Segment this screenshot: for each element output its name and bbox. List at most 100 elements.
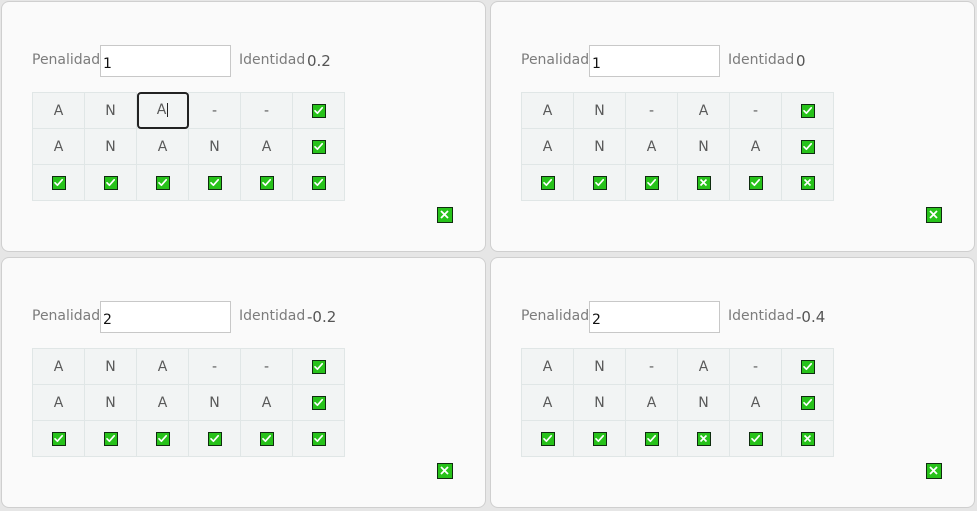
grid-cell[interactable] (188, 164, 241, 201)
penalty-input[interactable] (589, 301, 720, 333)
checkbox-checked-icon[interactable] (207, 431, 222, 446)
grid-cell[interactable]: A (136, 384, 189, 421)
grid-cell[interactable]: - (625, 348, 678, 385)
checkbox-checked-icon[interactable] (155, 431, 170, 446)
grid-cell[interactable] (84, 164, 137, 201)
grid-cell[interactable] (573, 420, 626, 457)
checkbox-checked-icon[interactable] (311, 359, 326, 374)
grid-cell[interactable]: N (84, 128, 137, 165)
grid-cell[interactable]: A (32, 348, 85, 385)
checkbox-checked-icon[interactable] (207, 175, 222, 190)
grid-cell[interactable]: N (573, 348, 626, 385)
grid-cell[interactable] (781, 92, 834, 129)
grid-cell[interactable] (84, 420, 137, 457)
grid-cell[interactable]: A (136, 128, 189, 165)
grid-cell[interactable]: N (84, 92, 137, 129)
grid-cell[interactable] (292, 92, 345, 129)
grid-cell[interactable]: A (240, 384, 293, 421)
grid-cell[interactable] (729, 164, 782, 201)
grid-cell[interactable]: - (625, 92, 678, 129)
grid-cell[interactable] (292, 128, 345, 165)
grid-cell[interactable] (188, 420, 241, 457)
grid-cell[interactable]: A (136, 348, 189, 385)
checkbox-checked-icon[interactable] (155, 175, 170, 190)
checkbox-checked-icon[interactable] (311, 139, 326, 154)
grid-cell[interactable]: N (84, 348, 137, 385)
grid-cell[interactable]: A (625, 128, 678, 165)
checkbox-checked-icon[interactable] (540, 431, 555, 446)
grid-cell[interactable]: A (32, 92, 85, 129)
grid-cell[interactable] (136, 420, 189, 457)
grid-cell[interactable] (781, 128, 834, 165)
grid-cell[interactable] (573, 164, 626, 201)
checkbox-checked-icon[interactable] (103, 431, 118, 446)
grid-cell[interactable] (781, 164, 834, 201)
grid-cell[interactable] (729, 420, 782, 457)
grid-cell[interactable]: - (188, 92, 241, 129)
close-icon[interactable] (437, 207, 453, 223)
grid-cell[interactable] (625, 164, 678, 201)
grid-cell[interactable]: A (32, 384, 85, 421)
grid-cell[interactable] (292, 420, 345, 457)
checkbox-cross-icon[interactable] (696, 431, 711, 446)
grid-cell[interactable]: - (240, 92, 293, 129)
close-icon[interactable] (437, 463, 453, 479)
checkbox-cross-icon[interactable] (800, 431, 815, 446)
grid-cell-selected[interactable]: A (136, 91, 189, 129)
penalty-input[interactable] (100, 301, 231, 333)
grid-cell[interactable]: N (677, 128, 730, 165)
checkbox-checked-icon[interactable] (51, 175, 66, 190)
grid-cell[interactable]: N (573, 128, 626, 165)
grid-cell[interactable] (781, 420, 834, 457)
close-icon[interactable] (926, 463, 942, 479)
grid-cell[interactable] (292, 164, 345, 201)
checkbox-checked-icon[interactable] (592, 175, 607, 190)
grid-cell[interactable] (677, 164, 730, 201)
checkbox-checked-icon[interactable] (311, 175, 326, 190)
checkbox-checked-icon[interactable] (259, 431, 274, 446)
checkbox-checked-icon[interactable] (800, 359, 815, 374)
checkbox-cross-icon[interactable] (696, 175, 711, 190)
grid-cell[interactable]: A (729, 384, 782, 421)
grid-cell[interactable]: A (521, 384, 574, 421)
grid-cell[interactable] (625, 420, 678, 457)
grid-cell[interactable]: - (240, 348, 293, 385)
grid-cell[interactable]: N (188, 128, 241, 165)
checkbox-checked-icon[interactable] (800, 139, 815, 154)
checkbox-checked-icon[interactable] (644, 175, 659, 190)
grid-cell[interactable]: A (521, 348, 574, 385)
checkbox-checked-icon[interactable] (311, 103, 326, 118)
checkbox-checked-icon[interactable] (800, 103, 815, 118)
grid-cell[interactable] (781, 384, 834, 421)
checkbox-checked-icon[interactable] (103, 175, 118, 190)
grid-cell[interactable]: A (32, 128, 85, 165)
grid-cell[interactable]: N (573, 384, 626, 421)
grid-cell[interactable]: - (188, 348, 241, 385)
grid-cell[interactable] (781, 348, 834, 385)
checkbox-cross-icon[interactable] (800, 175, 815, 190)
grid-cell[interactable]: A (521, 128, 574, 165)
grid-cell[interactable]: A (625, 384, 678, 421)
checkbox-checked-icon[interactable] (800, 395, 815, 410)
grid-cell[interactable]: - (729, 348, 782, 385)
grid-cell[interactable] (240, 420, 293, 457)
penalty-input[interactable] (589, 45, 720, 77)
grid-cell[interactable]: N (677, 384, 730, 421)
checkbox-checked-icon[interactable] (644, 431, 659, 446)
grid-cell[interactable] (32, 164, 85, 201)
checkbox-checked-icon[interactable] (311, 431, 326, 446)
grid-cell[interactable]: N (573, 92, 626, 129)
checkbox-checked-icon[interactable] (51, 431, 66, 446)
checkbox-checked-icon[interactable] (748, 431, 763, 446)
penalty-input[interactable] (100, 45, 231, 77)
close-icon[interactable] (926, 207, 942, 223)
grid-cell[interactable] (32, 420, 85, 457)
grid-cell[interactable]: A (677, 348, 730, 385)
grid-cell[interactable]: A (240, 128, 293, 165)
checkbox-checked-icon[interactable] (748, 175, 763, 190)
checkbox-checked-icon[interactable] (259, 175, 274, 190)
grid-cell[interactable] (136, 164, 189, 201)
checkbox-checked-icon[interactable] (592, 431, 607, 446)
grid-cell[interactable]: - (729, 92, 782, 129)
grid-cell[interactable] (292, 348, 345, 385)
